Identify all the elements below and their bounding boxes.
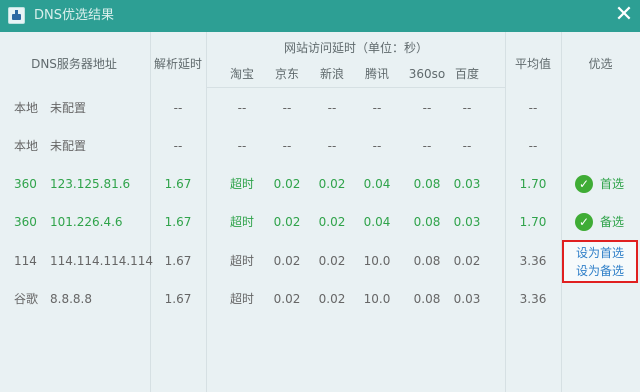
row-site-value: 0.04 [363, 177, 391, 191]
row-site-value: 0.03 [453, 177, 481, 191]
row-site-value: -- [327, 139, 337, 153]
row-site-value: 0.02 [453, 254, 481, 268]
row-site-value: -- [422, 101, 432, 115]
row-site-value: 0.08 [413, 254, 441, 268]
header-average: 平均值 [514, 57, 551, 71]
header-site: 百度 [454, 67, 479, 81]
row-site-value: -- [462, 101, 472, 115]
row-site-value: 0.02 [273, 254, 301, 268]
row-site-value: 0.02 [318, 292, 346, 306]
row-isp: 360 [14, 177, 37, 191]
row-site-value: 0.08 [413, 292, 441, 306]
header-site-delay: 网站访问延时（单位：秒） [283, 41, 428, 55]
set-dns-actions: 设为首选 设为备选 [562, 240, 638, 283]
row-site-value: 超时 [229, 215, 254, 229]
row-site-value: 超时 [229, 177, 254, 191]
row-site-value: 0.08 [413, 215, 441, 229]
row-address: 114.114.114.114 [50, 254, 154, 268]
row-address: 8.8.8.8 [50, 292, 92, 306]
row-site-value: -- [237, 101, 247, 115]
column-divider [561, 32, 562, 392]
close-button[interactable]: ✕ [608, 0, 640, 32]
row-average: 1.70 [519, 215, 547, 229]
row-average: -- [528, 101, 538, 115]
row-site-value: -- [462, 139, 472, 153]
row-site-value: 0.08 [413, 177, 441, 191]
header-site: 新浪 [319, 67, 344, 81]
row-site-value: 0.03 [453, 292, 481, 306]
row-site-value: -- [372, 139, 382, 153]
row-site-value: 0.02 [318, 215, 346, 229]
check-circle-icon: ✓ [575, 213, 593, 231]
row-site-value: 超时 [229, 292, 254, 306]
row-average: 3.36 [519, 292, 547, 306]
header-site: 淘宝 [229, 67, 254, 81]
row-site-value: 0.02 [273, 292, 301, 306]
row-site-value: -- [372, 101, 382, 115]
row-average: 3.36 [519, 254, 547, 268]
row-address: 未配置 [50, 139, 87, 153]
row-site-value: 0.02 [273, 215, 301, 229]
row-site-value: -- [237, 139, 247, 153]
header-preferred: 优选 [588, 57, 613, 71]
row-address: 未配置 [50, 101, 87, 115]
row-isp: 360 [14, 215, 37, 229]
row-site-value: -- [282, 101, 292, 115]
header-divider [206, 87, 506, 88]
row-site-value: 0.03 [453, 215, 481, 229]
row-site-value: -- [282, 139, 292, 153]
set-primary-link[interactable]: 设为首选 [564, 244, 636, 262]
header-server: DNS服务器地址 [31, 57, 117, 71]
status-primary-label: 首选 [600, 177, 625, 191]
header-site: 京东 [274, 67, 299, 81]
row-site-value: 0.02 [318, 177, 346, 191]
row-site-value: -- [327, 101, 337, 115]
row-resolve: -- [173, 139, 183, 153]
row-isp: 本地 [14, 101, 39, 115]
row-isp: 谷歌 [14, 292, 39, 306]
row-resolve: 1.67 [164, 177, 192, 191]
row-isp: 114 [14, 254, 37, 268]
row-address: 101.226.4.6 [50, 215, 123, 229]
check-circle-icon: ✓ [575, 175, 593, 193]
row-site-value: 10.0 [363, 254, 391, 268]
window-title: DNS优选结果 [34, 8, 114, 23]
row-site-value: 0.04 [363, 215, 391, 229]
row-site-value: -- [422, 139, 432, 153]
app-icon [8, 7, 25, 24]
row-site-value: 超时 [229, 254, 254, 268]
row-resolve: 1.67 [164, 215, 192, 229]
row-site-value: 0.02 [318, 254, 346, 268]
header-site: 360so [408, 67, 446, 81]
row-average: 1.70 [519, 177, 547, 191]
row-resolve: -- [173, 101, 183, 115]
column-divider [206, 32, 207, 392]
status-secondary-label: 备选 [600, 215, 625, 229]
row-resolve: 1.67 [164, 292, 192, 306]
row-isp: 本地 [14, 139, 39, 153]
row-address: 123.125.81.6 [50, 177, 131, 191]
header-resolve-delay: 解析延时 [153, 57, 202, 71]
row-site-value: 10.0 [363, 292, 391, 306]
row-average: -- [528, 139, 538, 153]
header-site: 腾讯 [364, 67, 389, 81]
row-site-value: 0.02 [273, 177, 301, 191]
row-resolve: 1.67 [164, 254, 192, 268]
set-secondary-link[interactable]: 设为备选 [564, 262, 636, 280]
